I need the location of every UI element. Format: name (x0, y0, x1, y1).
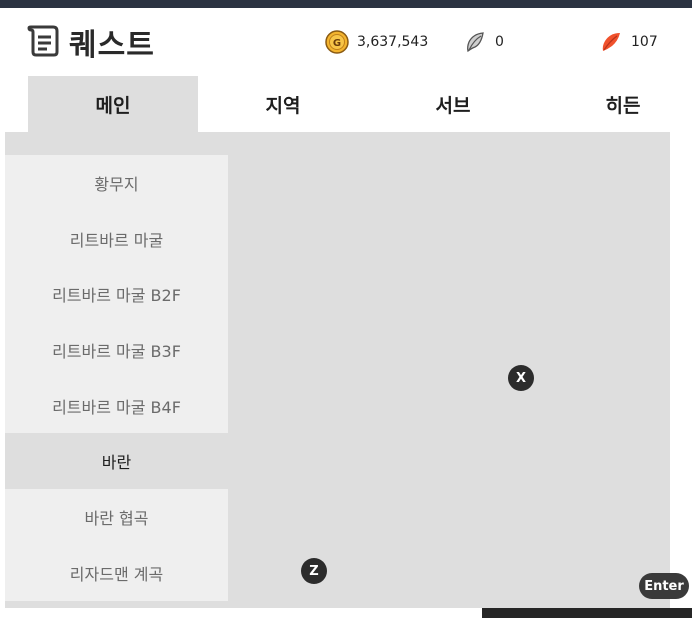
gold-coin-icon: G (325, 30, 349, 54)
enter-key-button[interactable]: Enter (639, 573, 689, 599)
z-key-button[interactable]: Z (301, 558, 327, 584)
gold-currency: G 3,637,543 (325, 30, 428, 54)
quest-tabs: 메인 지역 서브 히든 (5, 76, 692, 132)
gem-currency: 107 (599, 30, 658, 54)
bottom-dark-strip (482, 608, 692, 618)
quest-header: 퀘스트 G 3,637,543 0 107 (5, 8, 692, 76)
window-top-bar (0, 0, 692, 8)
tab-hidden[interactable]: 히든 (538, 76, 692, 132)
feather-icon (467, 32, 484, 53)
page-title: 퀘스트 (69, 28, 155, 63)
panel-right-edge (670, 136, 692, 608)
gem-amount: 107 (631, 34, 658, 50)
gold-amount: 3,637,543 (357, 34, 429, 50)
list-item[interactable]: 리트바르 마굴 B2F (5, 266, 228, 323)
tab-region[interactable]: 지역 (198, 76, 368, 132)
list-item-selected[interactable]: 바란 (5, 433, 228, 490)
list-item[interactable]: 황무지 (5, 155, 228, 211)
svg-text:G: G (333, 38, 341, 49)
x-key-button[interactable]: X (508, 365, 534, 391)
feather-currency: 0 (463, 30, 504, 54)
red-feather-icon (602, 33, 620, 51)
quest-list: 황무지 리트바르 마굴 리트바르 마굴 B2F 리트바르 마굴 B3F 리트바르… (5, 155, 228, 601)
list-item[interactable]: 리트바르 마굴 B4F (5, 377, 228, 434)
tab-main[interactable]: 메인 (28, 76, 198, 132)
scroll-icon (27, 25, 59, 57)
list-item[interactable]: 바란 협곡 (5, 489, 228, 545)
list-item[interactable]: 리트바르 마굴 B3F (5, 322, 228, 378)
feather-amount: 0 (495, 34, 504, 50)
tab-sub[interactable]: 서브 (368, 76, 538, 132)
list-item[interactable]: 리자드맨 계곡 (5, 544, 228, 601)
list-item[interactable]: 리트바르 마굴 (5, 210, 228, 267)
